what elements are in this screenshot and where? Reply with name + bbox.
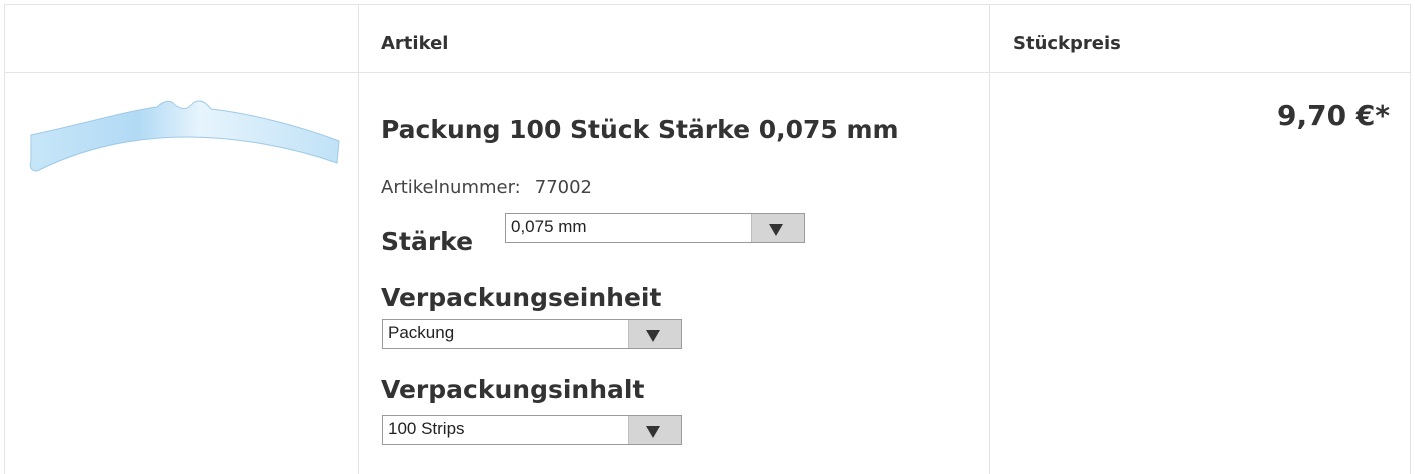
article-number-row: Artikelnummer: 77002 (381, 177, 592, 198)
cart-table: Artikel Stückpreis Packung 100 Stück Stä… (4, 4, 1411, 474)
staerke-label: Stärke (381, 227, 474, 256)
article-number-label: Artikelnummer: (381, 177, 521, 198)
staerke-select[interactable]: 0,075 mm (505, 213, 805, 243)
verpackungsinhalt-selected-value: 100 Strips (388, 419, 465, 438)
triangle-down-icon (646, 330, 660, 342)
triangle-down-icon (769, 224, 783, 236)
triangle-down-icon (646, 426, 660, 438)
staerke-dropdown-button[interactable] (751, 214, 804, 242)
verpackungseinheit-label: Verpackungseinheit (381, 283, 662, 312)
product-title[interactable]: Packung 100 Stück Stärke 0,075 mm (381, 115, 899, 144)
verpackungsinhalt-label: Verpackungsinhalt (381, 375, 645, 404)
header-unit-price: Stückpreis (1013, 33, 1121, 54)
verpackungsinhalt-dropdown-button[interactable] (628, 416, 681, 444)
header-article: Artikel (381, 33, 449, 54)
verpackungseinheit-dropdown-button[interactable] (628, 320, 681, 348)
staerke-selected-value: 0,075 mm (511, 217, 587, 236)
article-number-value: 77002 (534, 177, 593, 198)
unit-price: 9,70 €* (1277, 99, 1390, 132)
product-image[interactable] (27, 97, 345, 181)
column-divider (358, 5, 359, 474)
verpackungseinheit-select[interactable]: Packung (382, 319, 682, 349)
column-divider (989, 5, 990, 474)
header-divider (5, 72, 1410, 73)
verpackungseinheit-selected-value: Packung (388, 323, 455, 342)
verpackungsinhalt-select[interactable]: 100 Strips (382, 415, 682, 445)
